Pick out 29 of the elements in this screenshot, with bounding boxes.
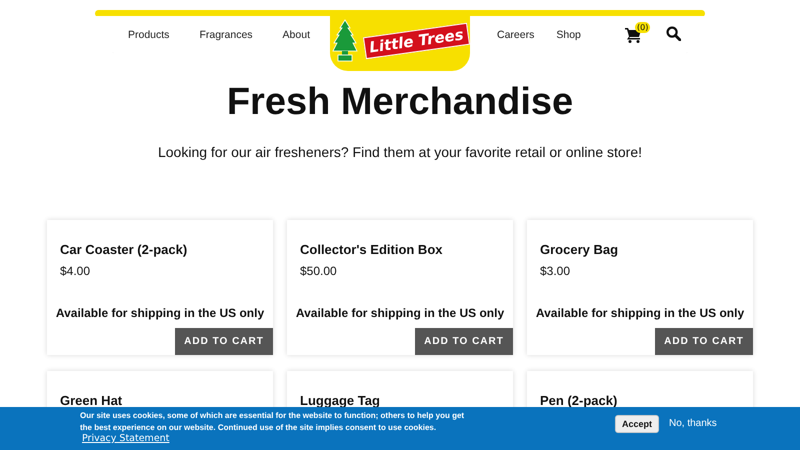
product-price: $4.00 bbox=[60, 264, 92, 278]
product-name: Grocery Bag bbox=[540, 242, 620, 257]
tree-icon bbox=[332, 18, 358, 62]
nav-link[interactable]: Products bbox=[128, 28, 170, 40]
cart-count-badge: (0) bbox=[635, 22, 650, 33]
product-name: Luggage Tag bbox=[300, 393, 381, 408]
product-price: $50.00 bbox=[300, 264, 338, 278]
shipping-note: Available for shipping in the US only bbox=[294, 306, 506, 320]
product-name: Pen (2-pack) bbox=[540, 393, 618, 408]
shipping-note: Available for shipping in the US only bbox=[534, 306, 746, 320]
product-name: Car Coaster (2-pack) bbox=[60, 242, 188, 257]
page-subtitle: Looking for our air fresheners? Find them at your favorite retail or online store! bbox=[156, 144, 644, 160]
accept-button[interactable]: Accept bbox=[615, 415, 660, 433]
search-icon[interactable] bbox=[666, 26, 681, 41]
decline-button[interactable]: No, thanks bbox=[669, 418, 717, 429]
privacy-link[interactable]: Privacy Statement bbox=[82, 433, 170, 444]
product-name: Collector's Edition Box bbox=[300, 242, 444, 257]
product-price: $3.00 bbox=[540, 264, 572, 278]
add-to-cart-button[interactable]: ADD TO CART bbox=[415, 328, 513, 355]
nav-link[interactable]: About bbox=[282, 28, 310, 40]
nav-link[interactable]: Fragrances bbox=[199, 28, 253, 40]
nav-link[interactable]: Shop bbox=[556, 28, 581, 40]
shipping-note: Available for shipping in the US only bbox=[54, 306, 266, 320]
nav-link[interactable]: Careers bbox=[497, 28, 534, 40]
page-title: Fresh Merchandise bbox=[226, 81, 574, 124]
add-to-cart-button[interactable]: ADD TO CART bbox=[175, 328, 273, 355]
product-name: Green Hat bbox=[60, 393, 124, 408]
cookie-message: Our site uses cookies, some of which are essential for the website to function; others to help you get the best experience on our website. Continued use of the site implies consent to use cookies. bbox=[80, 410, 465, 434]
add-to-cart-button[interactable]: ADD TO CART bbox=[655, 328, 753, 355]
